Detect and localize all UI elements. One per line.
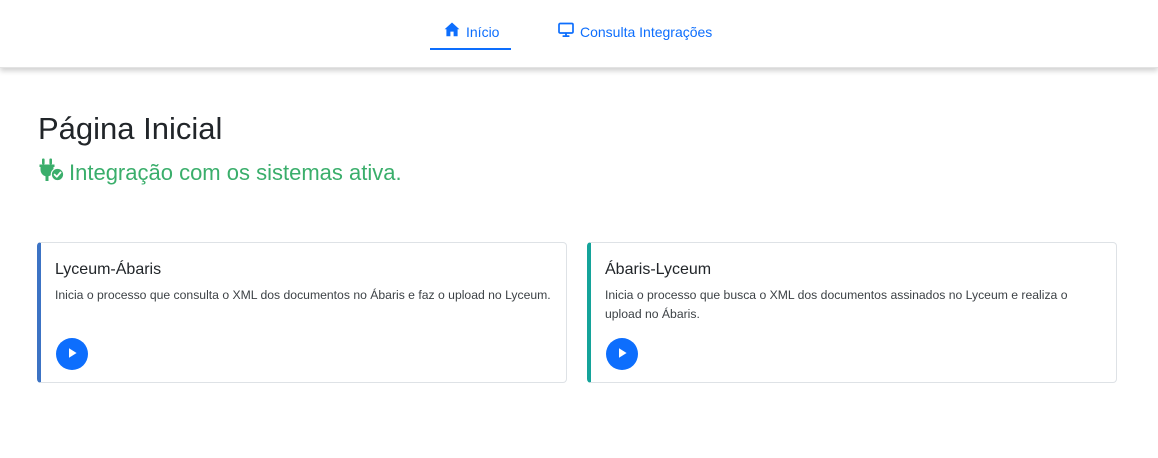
start-process-button[interactable] [56,338,88,370]
page-title: Página Inicial [38,111,223,146]
active-tab-indicator [430,48,511,50]
nav-item-consulta-integracoes[interactable]: Consulta Integrações [558,22,712,50]
nav-item-label: Início [466,24,500,40]
start-process-button[interactable] [606,338,638,370]
status-text: Integração com os sistemas ativa. [69,160,402,185]
card-title: Ábaris-Lyceum [605,261,712,278]
card-abaris-lyceum: Ábaris-Lyceum Inicia o processo que busc… [587,242,1117,383]
top-navigation: Início Consulta Integrações [0,0,1158,68]
nav-item-label: Consulta Integrações [580,24,713,40]
card-description: Inicia o processo que consulta o XML dos… [55,288,551,302]
card-title: Lyceum-Ábaris [55,261,162,278]
monitor-icon [558,22,574,38]
card-description: Inicia o processo que busca o XML dos do… [605,288,1068,321]
card-lyceum-abaris: Lyceum-Ábaris Inicia o processo que cons… [37,242,567,383]
plug-check-icon [38,158,65,188]
nav-item-inicio[interactable]: Início [430,22,511,50]
integration-status: Integração com os sistemas ativa. [38,158,402,188]
home-icon [444,22,460,37]
play-icon [616,347,628,362]
play-icon [66,347,78,362]
